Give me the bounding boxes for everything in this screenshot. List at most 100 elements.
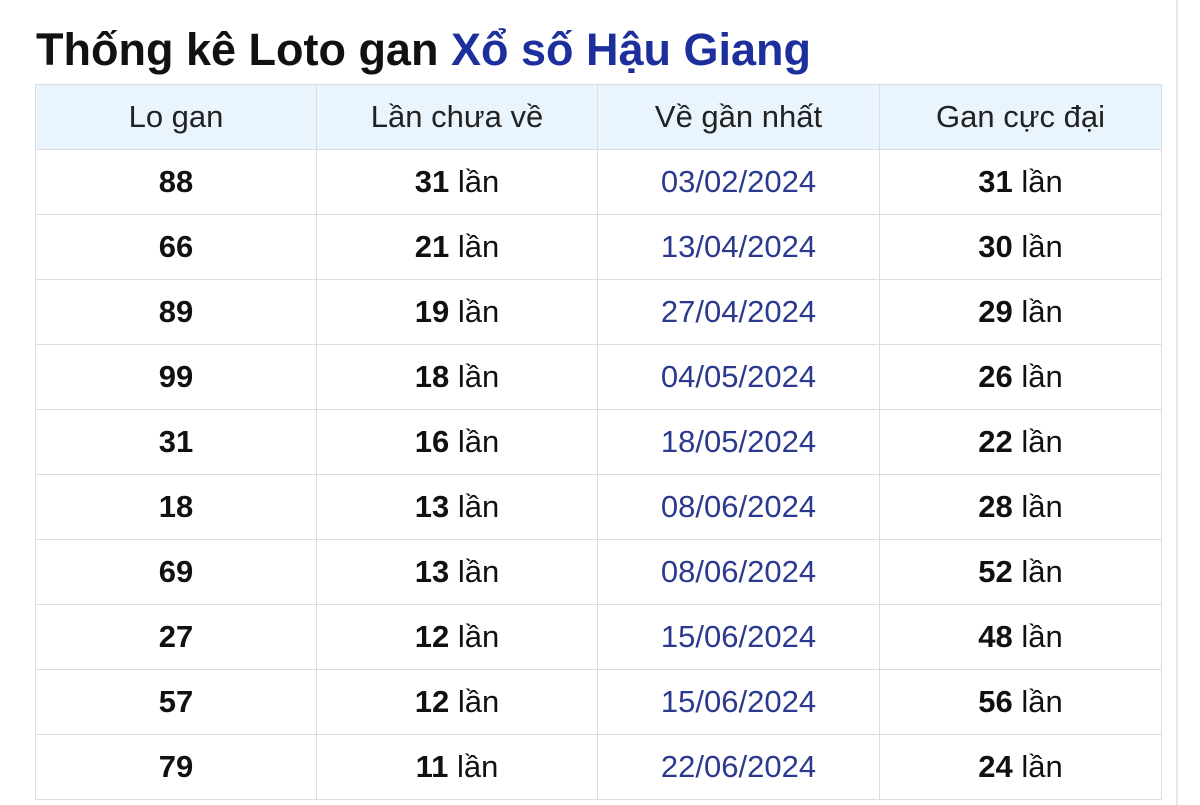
unit-label: lần xyxy=(457,554,500,589)
lo-number-cell: 66 xyxy=(35,214,317,280)
gan-cuc-dai-cell: 26 lần xyxy=(879,344,1162,410)
table-row: 89 19 lần 27/04/2024 29 lần xyxy=(35,279,1162,345)
ve-gan-nhat-cell: 18/05/2024 xyxy=(597,409,880,475)
lan-chua-ve-count: 11 xyxy=(415,749,449,784)
lan-chua-ve-count: 12 xyxy=(414,684,450,719)
ve-gan-nhat-cell: 08/06/2024 xyxy=(597,539,880,605)
ve-gan-nhat-date: 18/05/2024 xyxy=(660,424,817,459)
lo-number-cell: 27 xyxy=(35,604,317,670)
column-header-gan-cuc-dai: Gan cực đại xyxy=(879,84,1162,150)
ve-gan-nhat-date: 08/06/2024 xyxy=(660,554,817,589)
gan-cuc-dai-cell: 31 lần xyxy=(879,149,1162,215)
lo-number-cell: 18 xyxy=(35,474,317,540)
ve-gan-nhat-cell: 15/06/2024 xyxy=(597,604,880,670)
unit-label: lần xyxy=(1021,164,1063,199)
gan-cuc-dai-cell: 52 lần xyxy=(879,539,1162,605)
page-title-prefix: Thống kê Loto gan xyxy=(36,24,451,75)
lo-number: 27 xyxy=(158,619,194,654)
unit-label: lần xyxy=(457,684,500,719)
ve-gan-nhat-date: 27/04/2024 xyxy=(660,294,817,329)
ve-gan-nhat-cell: 22/06/2024 xyxy=(597,734,880,800)
ve-gan-nhat-date: 08/06/2024 xyxy=(660,489,817,524)
lan-chua-ve-count: 19 xyxy=(414,294,450,329)
ve-gan-nhat-cell: 13/04/2024 xyxy=(597,214,880,280)
table-row: 66 21 lần 13/04/2024 30 lần xyxy=(35,214,1162,280)
gan-cuc-dai-count: 31 xyxy=(978,164,1013,199)
lo-number-cell: 88 xyxy=(35,149,317,215)
loto-gan-table: Lo gan Lần chưa về Về gần nhất Gan cực đ… xyxy=(35,84,1162,800)
lo-number: 88 xyxy=(158,164,194,199)
gan-cuc-dai-cell: 30 lần xyxy=(879,214,1162,280)
gan-cuc-dai-count: 22 xyxy=(978,424,1013,459)
gan-cuc-dai-count: 30 xyxy=(978,229,1013,264)
lo-number-cell: 57 xyxy=(35,669,317,735)
lo-number-cell: 89 xyxy=(35,279,317,345)
page-title: Thống kê Loto gan Xổ số Hậu Giang xyxy=(36,22,811,78)
lan-chua-ve-count: 21 xyxy=(414,229,450,264)
lo-number: 99 xyxy=(158,359,194,394)
lan-chua-ve-cell: 13 lần xyxy=(316,539,598,605)
gan-cuc-dai-cell: 28 lần xyxy=(879,474,1162,540)
unit-label: lần xyxy=(1021,489,1063,524)
lo-number: 31 xyxy=(158,424,194,459)
table-row: 57 12 lần 15/06/2024 56 lần xyxy=(35,669,1162,735)
lan-chua-ve-cell: 13 lần xyxy=(316,474,598,540)
gan-cuc-dai-count: 56 xyxy=(978,684,1013,719)
lan-chua-ve-cell: 18 lần xyxy=(316,344,598,410)
ve-gan-nhat-cell: 15/06/2024 xyxy=(597,669,880,735)
gan-cuc-dai-cell: 22 lần xyxy=(879,409,1162,475)
lo-number-cell: 31 xyxy=(35,409,317,475)
lan-chua-ve-count: 13 xyxy=(414,554,450,589)
lo-number-cell: 69 xyxy=(35,539,317,605)
lan-chua-ve-count: 13 xyxy=(414,489,450,524)
gan-cuc-dai-count: 29 xyxy=(978,294,1013,329)
gan-cuc-dai-count: 24 xyxy=(978,749,1013,784)
table-row: 99 18 lần 04/05/2024 26 lần xyxy=(35,344,1162,410)
unit-label: lần xyxy=(1021,554,1063,589)
gan-cuc-dai-count: 52 xyxy=(978,554,1013,589)
unit-label: lần xyxy=(457,359,500,394)
ve-gan-nhat-cell: 27/04/2024 xyxy=(597,279,880,345)
lan-chua-ve-cell: 11 lần xyxy=(316,734,598,800)
gan-cuc-dai-count: 48 xyxy=(978,619,1013,654)
lan-chua-ve-cell: 12 lần xyxy=(316,669,598,735)
lan-chua-ve-count: 18 xyxy=(414,359,450,394)
unit-label: lần xyxy=(1021,424,1063,459)
unit-label: lần xyxy=(1021,749,1063,784)
unit-label: lần xyxy=(457,424,500,459)
lo-number: 18 xyxy=(158,489,194,524)
unit-label: lần xyxy=(457,164,500,199)
ve-gan-nhat-date: 04/05/2024 xyxy=(660,359,817,394)
table-row: 31 16 lần 18/05/2024 22 lần xyxy=(35,409,1162,475)
unit-label: lần xyxy=(457,749,499,784)
gan-cuc-dai-cell: 29 lần xyxy=(879,279,1162,345)
unit-label: lần xyxy=(457,294,500,329)
unit-label: lần xyxy=(457,489,500,524)
gan-cuc-dai-count: 28 xyxy=(978,489,1013,524)
unit-label: lần xyxy=(1021,619,1063,654)
ve-gan-nhat-cell: 04/05/2024 xyxy=(597,344,880,410)
lo-number: 66 xyxy=(158,229,194,264)
gan-cuc-dai-count: 26 xyxy=(978,359,1013,394)
lo-number-cell: 99 xyxy=(35,344,317,410)
lo-number: 69 xyxy=(158,554,194,589)
gan-cuc-dai-cell: 56 lần xyxy=(879,669,1162,735)
lo-number: 89 xyxy=(158,294,194,329)
table-row: 79 11 lần 22/06/2024 24 lần xyxy=(35,734,1162,800)
province-link[interactable]: Xổ số Hậu Giang xyxy=(451,24,811,75)
lan-chua-ve-cell: 19 lần xyxy=(316,279,598,345)
lan-chua-ve-cell: 31 lần xyxy=(316,149,598,215)
column-header-ve-gan-nhat: Về gần nhất xyxy=(597,84,880,150)
lan-chua-ve-cell: 21 lần xyxy=(316,214,598,280)
content-panel: Thống kê Loto gan Xổ số Hậu Giang Lo gan… xyxy=(0,0,1178,805)
unit-label: lần xyxy=(457,619,500,654)
unit-label: lần xyxy=(1021,229,1063,264)
lan-chua-ve-count: 16 xyxy=(414,424,450,459)
column-header-lo-gan: Lo gan xyxy=(35,84,317,150)
unit-label: lần xyxy=(1021,684,1063,719)
unit-label: lần xyxy=(1021,359,1063,394)
ve-gan-nhat-date: 13/04/2024 xyxy=(660,229,817,264)
unit-label: lần xyxy=(457,229,500,264)
column-header-lan-chua-ve: Lần chưa về xyxy=(316,84,598,150)
ve-gan-nhat-cell: 03/02/2024 xyxy=(597,149,880,215)
